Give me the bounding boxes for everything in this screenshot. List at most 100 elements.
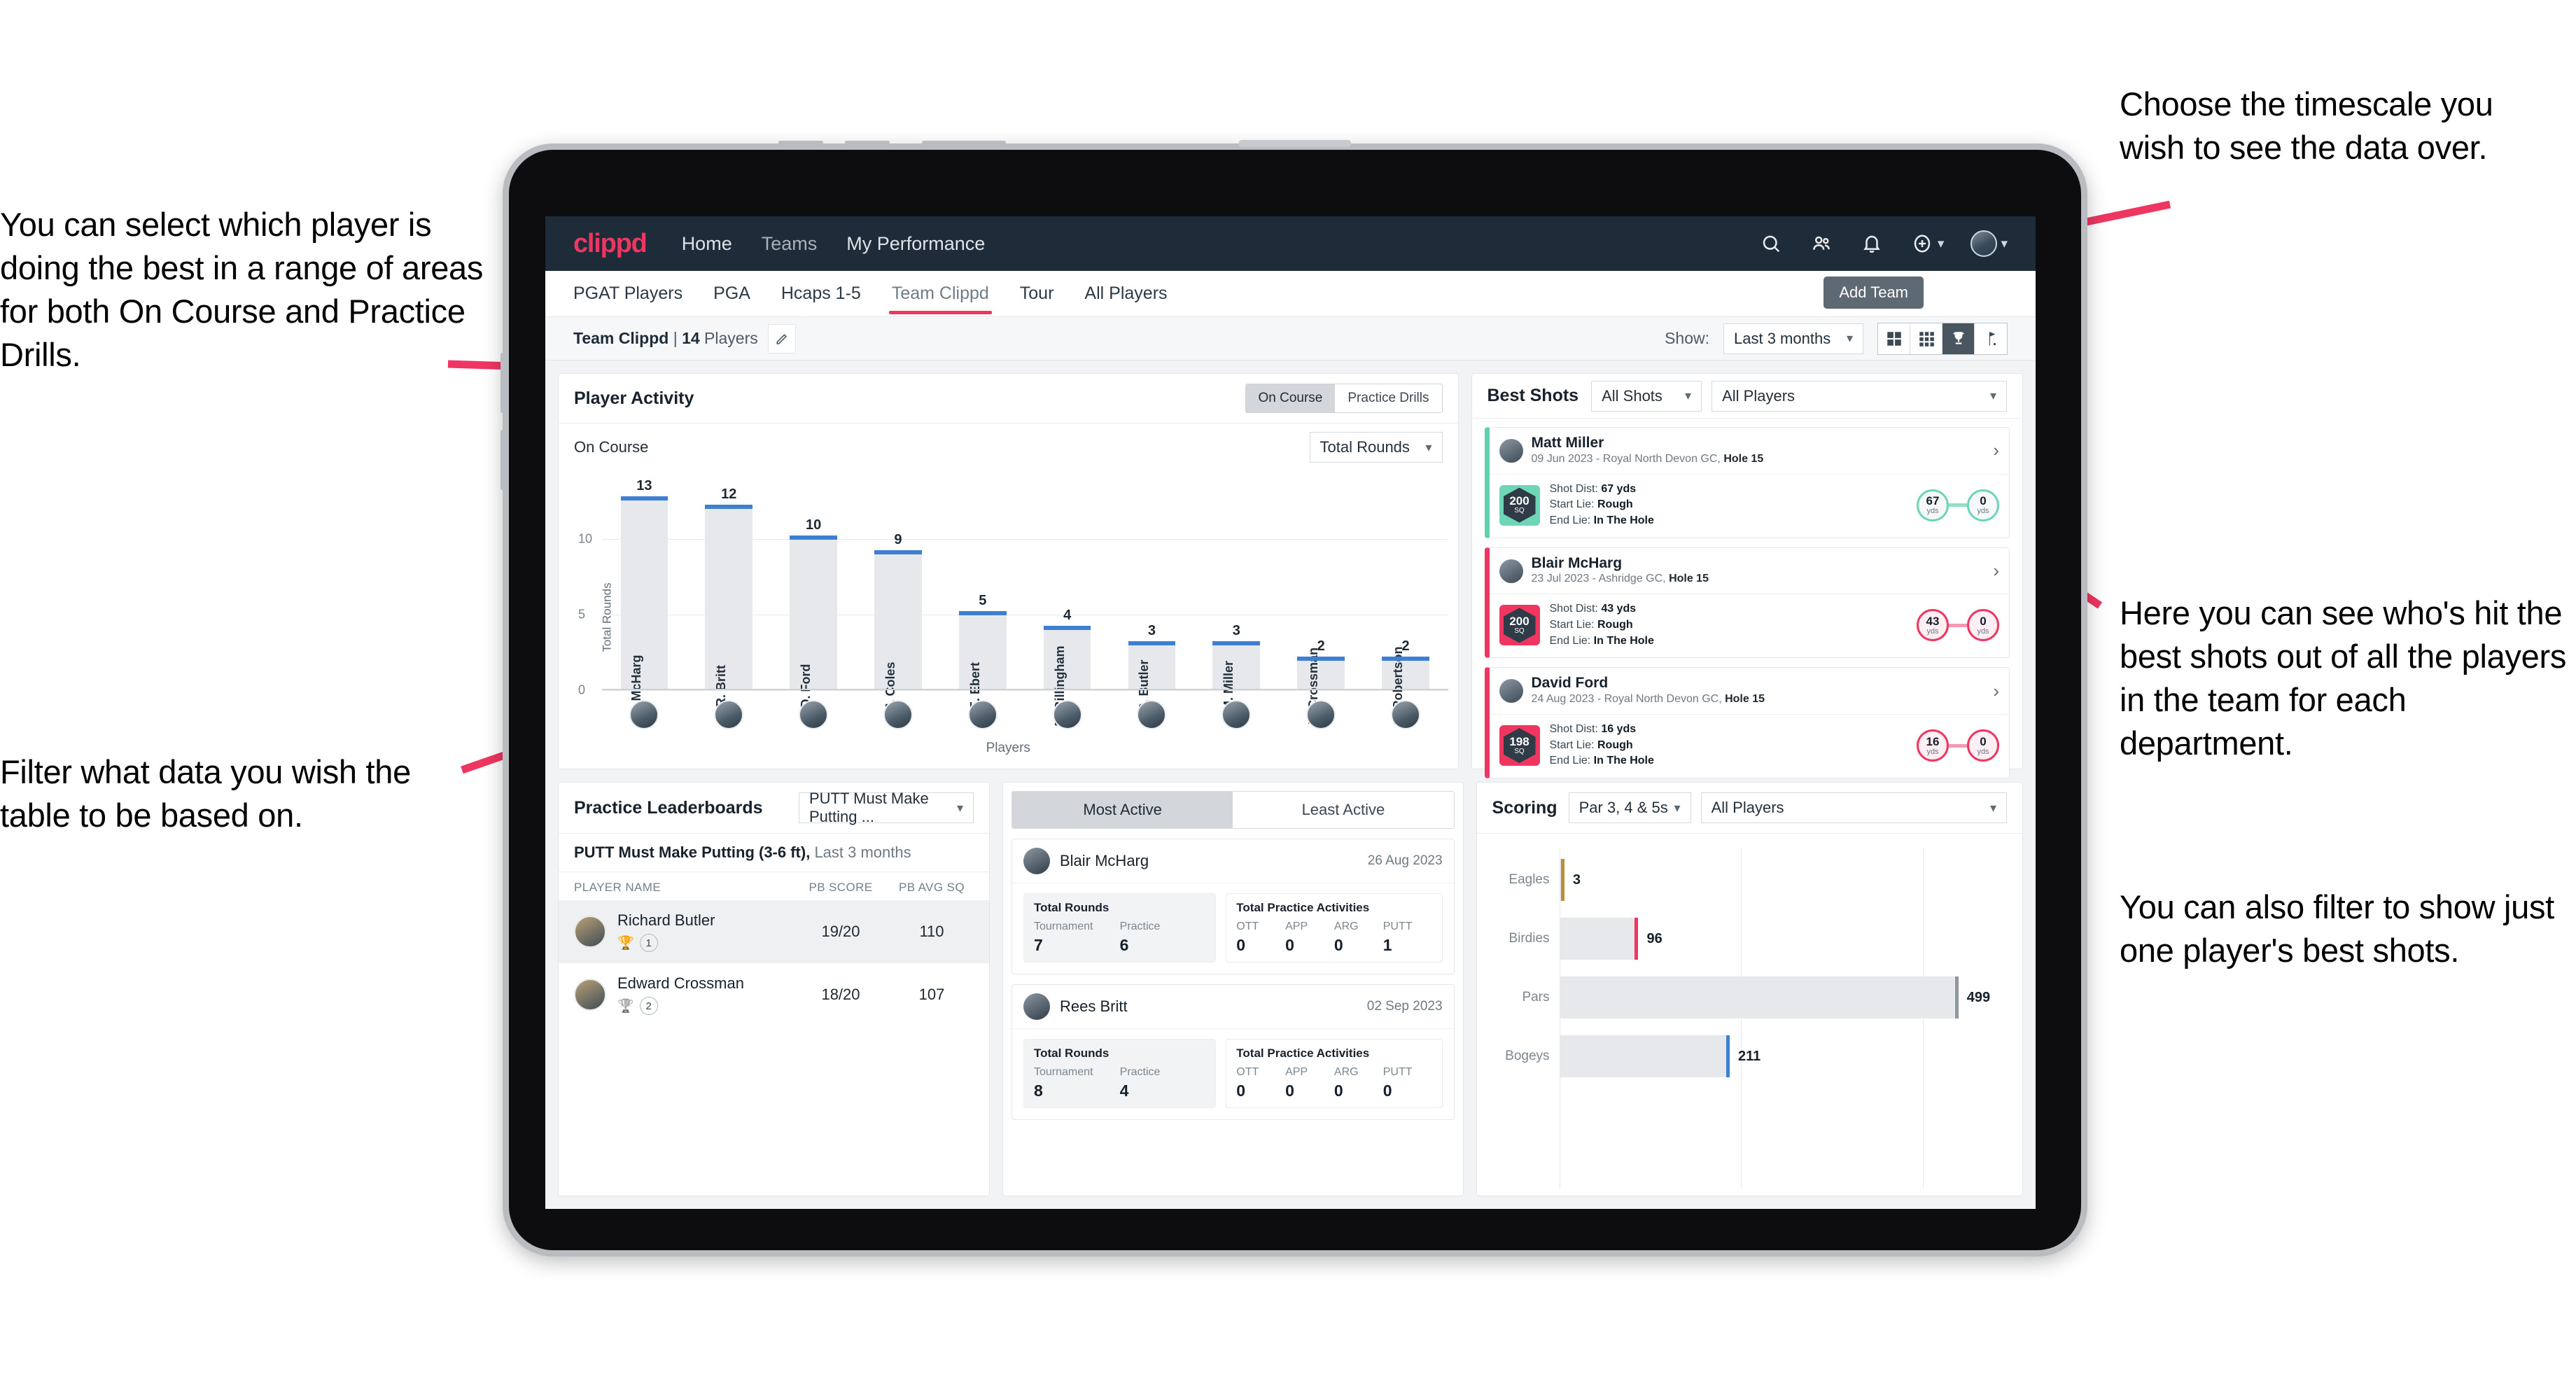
tab-least-active[interactable]: Least Active	[1233, 792, 1454, 828]
avatar[interactable]	[1499, 679, 1523, 704]
practice-leaderboards-card: Practice Leaderboards PUTT Must Make Put…	[558, 782, 990, 1196]
shots-filter-select[interactable]: All Shots ▾	[1591, 380, 1702, 412]
avatar[interactable]	[1970, 230, 1998, 257]
bar-group[interactable]: 12 R. Britt	[687, 478, 771, 707]
bar[interactable]: D. Ford	[790, 535, 837, 708]
bar-value-label: 9	[894, 532, 902, 548]
timescale-select[interactable]: Last 3 months ▾	[1723, 323, 1863, 354]
toggle-on-course[interactable]: On Course	[1245, 384, 1336, 412]
scoring-bar-row[interactable]: Bogeys 211	[1495, 1027, 2005, 1086]
bar[interactable]: M. Miller	[1212, 641, 1261, 711]
page-toolbar: Team Clippd | 14 Players Show: Last 3 mo…	[545, 317, 2036, 360]
tab-most-active[interactable]: Most Active	[1011, 792, 1233, 828]
metric-select[interactable]: Total Rounds ▾	[1309, 432, 1443, 463]
bell-icon[interactable]	[1860, 232, 1884, 255]
tab-pga[interactable]: PGA	[713, 274, 750, 314]
best-shot-card[interactable]: Matt Miller 09 Jun 2023 - Royal North Dev…	[1484, 427, 2010, 538]
avatar[interactable]	[1391, 700, 1421, 729]
bar-group[interactable]: 4 D. Billingham	[1025, 478, 1110, 727]
profile-menu[interactable]: ▾	[1970, 230, 2008, 257]
bar-group[interactable]: 2 C. Robertson	[1364, 478, 1448, 726]
start-distance: 43 yds	[1917, 609, 1949, 642]
tab-pgat-players[interactable]: PGAT Players	[573, 274, 682, 314]
trophy-icon[interactable]	[1942, 323, 1975, 354]
table-row[interactable]: Edward Crossman 🏆 2 18/20 107	[559, 963, 989, 1026]
bar-group[interactable]: 3 M. Miller	[1194, 478, 1279, 711]
avatar[interactable]	[883, 700, 913, 729]
stat-value: 0	[1285, 1082, 1294, 1100]
bar-group[interactable]: 5 E. Ebert	[940, 478, 1025, 710]
scoring-bar-row[interactable]: Birdies 96	[1495, 909, 2005, 968]
scoring-bar-row[interactable]: Pars 499	[1495, 968, 2005, 1027]
scoring-bar[interactable]	[1559, 1035, 1730, 1077]
activity-player-card[interactable]: Rees Britt 02 Sep 2023 Total Rounds Tournam…	[1011, 984, 1455, 1120]
scoring-bar[interactable]	[1559, 976, 1959, 1018]
people-icon[interactable]	[1809, 232, 1833, 255]
chevron-right-icon[interactable]: ›	[1993, 560, 1999, 582]
scoring-bar-row[interactable]: Eagles 3	[1495, 850, 2005, 909]
chevron-right-icon[interactable]: ›	[1993, 680, 1999, 702]
players-filter-select[interactable]: All Players ▾	[1712, 380, 2007, 412]
bar-group[interactable]: 9 J. Coles	[856, 478, 941, 710]
avatar[interactable]	[714, 700, 744, 729]
bar-group[interactable]: 2 E. Crossman	[1279, 478, 1364, 724]
bar[interactable]: E. Crossman	[1297, 648, 1345, 724]
bar-group[interactable]: 10 D. Ford	[771, 478, 856, 708]
toggle-practice-drills[interactable]: Practice Drills	[1335, 384, 1442, 412]
avatar[interactable]	[1306, 700, 1336, 729]
plus-circle-icon[interactable]	[1910, 232, 1934, 255]
par-select[interactable]: Par 3, 4 & 5s ▾	[1568, 792, 1691, 823]
avatar[interactable]	[574, 916, 606, 948]
clippd-logo[interactable]: clippd	[573, 229, 648, 259]
activity-player-card[interactable]: Blair McHarg 26 Aug 2023 Total Rounds Tourn…	[1011, 839, 1455, 974]
grid-large-icon[interactable]	[1878, 323, 1910, 354]
avatar[interactable]	[1023, 848, 1050, 874]
avatar[interactable]	[1222, 700, 1252, 729]
drill-select[interactable]: PUTT Must Make Putting ... ▾	[798, 790, 974, 825]
total-rounds-title: Total Rounds	[1033, 901, 1110, 914]
avatar[interactable]	[574, 979, 606, 1011]
best-shot-card[interactable]: David Ford 24 Aug 2023 - Royal North Devo…	[1484, 667, 2010, 779]
avatar[interactable]	[629, 700, 659, 729]
shot-distance-graphic: 67 yds 0 yds	[1917, 489, 1999, 522]
tab-team-clippd[interactable]: Team Clippd	[888, 274, 992, 314]
bar[interactable]: J. Coles	[874, 550, 922, 710]
avatar[interactable]	[967, 700, 997, 729]
avatar[interactable]	[1499, 559, 1523, 583]
nav-link-teams[interactable]: Teams	[762, 233, 818, 255]
chevron-down-icon: ▾	[1846, 331, 1853, 345]
bar[interactable]: C. Robertson	[1382, 646, 1429, 726]
bar-group[interactable]: 13 B. McHarg	[602, 478, 687, 718]
best-shot-card[interactable]: Blair McHarg 23 Jul 2023 - Ashridge GC, H…	[1484, 547, 2010, 659]
avatar[interactable]	[1052, 700, 1082, 729]
bar[interactable]: R. Butler	[1128, 641, 1176, 713]
flag-icon[interactable]	[1975, 323, 2007, 354]
volume-up-button[interactable]	[500, 353, 504, 413]
edit-team-button[interactable]	[767, 323, 796, 354]
avatar[interactable]	[1499, 438, 1523, 463]
avatar[interactable]	[799, 700, 829, 729]
tab-all-players[interactable]: All Players	[1084, 274, 1167, 314]
search-icon[interactable]	[1759, 232, 1783, 255]
bar[interactable]: B. McHarg	[620, 496, 668, 718]
scoring-bar[interactable]	[1559, 918, 1639, 960]
bar[interactable]: E. Ebert	[958, 610, 1007, 710]
table-row[interactable]: Richard Butler 🏆 1 19/20 110	[559, 900, 989, 963]
scoring-bar[interactable]	[1559, 859, 1565, 901]
chevron-right-icon[interactable]: ›	[1993, 440, 1999, 461]
nav-link-my-performance[interactable]: My Performance	[846, 233, 985, 255]
power-button[interactable]	[922, 141, 1006, 144]
nav-link-home[interactable]: Home	[682, 233, 732, 255]
tab-hcaps-1-5[interactable]: Hcaps 1-5	[781, 274, 861, 314]
avatar[interactable]	[1023, 993, 1050, 1020]
grid-small-icon[interactable]	[1910, 323, 1942, 354]
add-menu[interactable]: ▾	[1910, 232, 1944, 255]
bar[interactable]: R. Britt	[705, 505, 753, 707]
scoring-players-select[interactable]: All Players ▾	[1700, 792, 2008, 823]
bar-group[interactable]: 3 R. Butler	[1110, 478, 1194, 713]
bar[interactable]: D. Billingham	[1043, 626, 1091, 727]
tab-tour[interactable]: Tour	[1020, 274, 1054, 314]
volume-down-button[interactable]	[500, 430, 504, 490]
avatar[interactable]	[1137, 700, 1167, 729]
activity-list: Blair McHarg 26 Aug 2023 Total Rounds Tourn…	[1011, 829, 1455, 1120]
